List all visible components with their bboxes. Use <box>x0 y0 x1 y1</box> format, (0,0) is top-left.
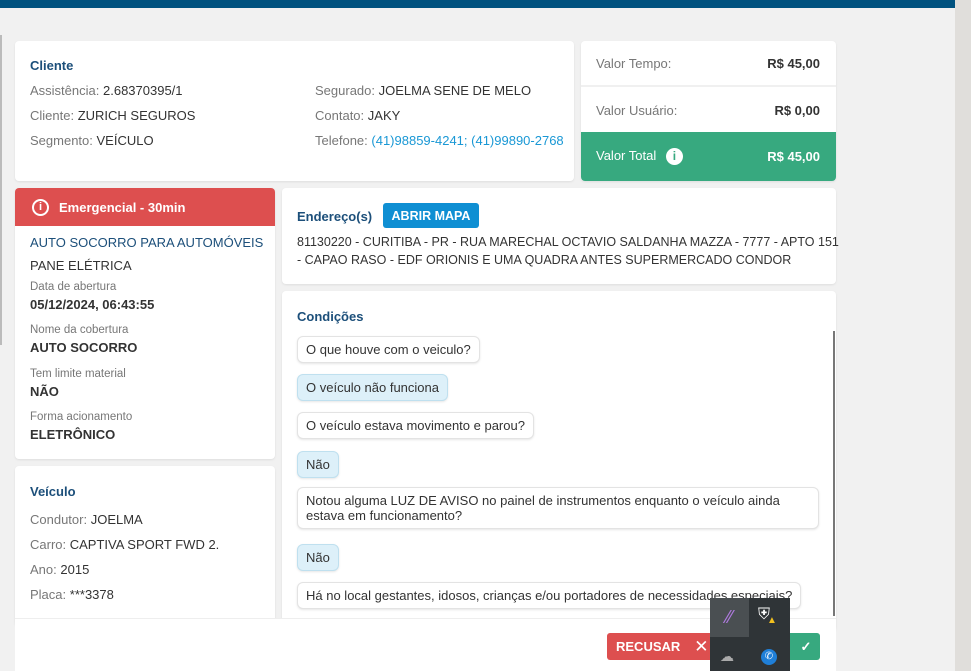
valor-total-label: Valor Total i <box>596 148 683 165</box>
answer-bubble: Não <box>297 451 339 478</box>
assistencia: Assistência: 2.68370395/1 <box>30 83 183 98</box>
valor-total: R$ 45,00 <box>767 149 820 164</box>
check-icon: ✓ <box>800 638 812 654</box>
cliente: Cliente: ZURICH SEGUROS <box>30 108 196 123</box>
service-card: i Emergencial - 30min AUTO SOCORRO PARA A… <box>15 188 275 459</box>
system-tray-popup: ⁄⁄ ⛨ ▲ ☁ ✆ <box>710 598 790 671</box>
question-bubble: O que houve com o veiculo? <box>297 336 480 363</box>
question-bubble: Notou alguma LUZ DE AVISO no painel de i… <box>297 487 819 529</box>
vehicle-title: Veículo <box>30 484 76 499</box>
field-value: NÃO <box>30 384 59 399</box>
answer-bubble: O veículo não funciona <box>297 374 448 401</box>
info-icon[interactable]: i <box>665 148 683 165</box>
field-label: Tem limite material <box>30 368 126 380</box>
field-value: AUTO SOCORRO <box>30 340 138 355</box>
open-map-button[interactable]: ABRIR MAPA <box>383 203 479 228</box>
conditions-scrollbar[interactable] <box>833 331 835 616</box>
service-title: AUTO SOCORRO PARA AUTOMÓVEIS <box>30 235 264 250</box>
field-label: Forma acionamento <box>30 411 133 423</box>
scrollbar[interactable] <box>955 0 971 671</box>
divider <box>0 35 2 345</box>
telefone: Telefone: (41)98859-4241; (41)99890-2768 <box>315 133 564 148</box>
segmento: Segmento: VEÍCULO <box>30 133 154 148</box>
client-card: Cliente Assistência: 2.68370395/1 Client… <box>15 41 574 181</box>
answer-bubble: Não <box>297 544 339 571</box>
values-card: Valor Tempo: R$ 45,00 Valor Usuário: R$ 0,… <box>581 41 836 181</box>
phone-icon[interactable]: ✆ <box>761 649 777 665</box>
placa: Placa: ***3378 <box>30 587 114 602</box>
condutor: Condutor: JOELMA <box>30 512 143 527</box>
field-value: 05/12/2024, 06:43:55 <box>30 297 155 312</box>
shield-warning-icon[interactable]: ⛨ ▲ <box>758 606 778 628</box>
ano: Ano: 2015 <box>30 562 90 577</box>
service-subtitle: PANE ELÉTRICA <box>30 258 132 273</box>
valor-tempo-label: Valor Tempo: <box>596 55 672 71</box>
conditions-title: Condições <box>297 309 364 324</box>
valor-tempo: R$ 45,00 <box>767 55 820 71</box>
address-line: 81130220 - CURITIBA - PR - RUA MARECHAL … <box>297 235 839 249</box>
contato: Contato: JAKY <box>315 108 401 123</box>
field-value: ELETRÔNICO <box>30 427 116 442</box>
address-card: Endereço(s) ABRIR MAPA 81130220 - CURITI… <box>282 188 839 284</box>
client-title: Cliente <box>30 58 74 73</box>
close-icon: ✕ <box>694 636 709 656</box>
priority-badge: i Emergencial - 30min <box>15 188 275 226</box>
valor-usuario-label: Valor Usuário: <box>596 102 678 118</box>
cloud-off-icon[interactable]: ☁ <box>720 648 734 665</box>
phone-link[interactable]: (41)98859-4241; (41)99890-2768 <box>371 133 563 148</box>
question-bubble: O veículo estava movimento e parou? <box>297 412 534 439</box>
top-bar <box>0 0 955 8</box>
alert-circle-icon: i <box>32 198 49 216</box>
vehicle-card: Veículo Condutor: JOELMA Carro: CAPTIVA … <box>15 466 275 626</box>
field-label: Nome da cobertura <box>30 324 129 336</box>
feather-icon[interactable]: ⁄⁄ <box>710 598 749 637</box>
valor-usuario: R$ 0,00 <box>774 102 820 118</box>
carro: Carro: CAPTIVA SPORT FWD 2. <box>30 537 220 552</box>
conditions-card: Condições O que houve com o veiculo? O v… <box>282 291 836 631</box>
address-line: - CAPAO RASO - EDF ORIONIS E UMA QUADRA … <box>297 253 792 267</box>
segurado: Segurado: JOELMA SENE DE MELO <box>315 83 532 98</box>
reject-button[interactable]: RECUSAR ✕ <box>607 633 725 660</box>
field-label: Data de abertura <box>30 281 117 293</box>
address-title: Endereço(s) <box>297 209 373 224</box>
